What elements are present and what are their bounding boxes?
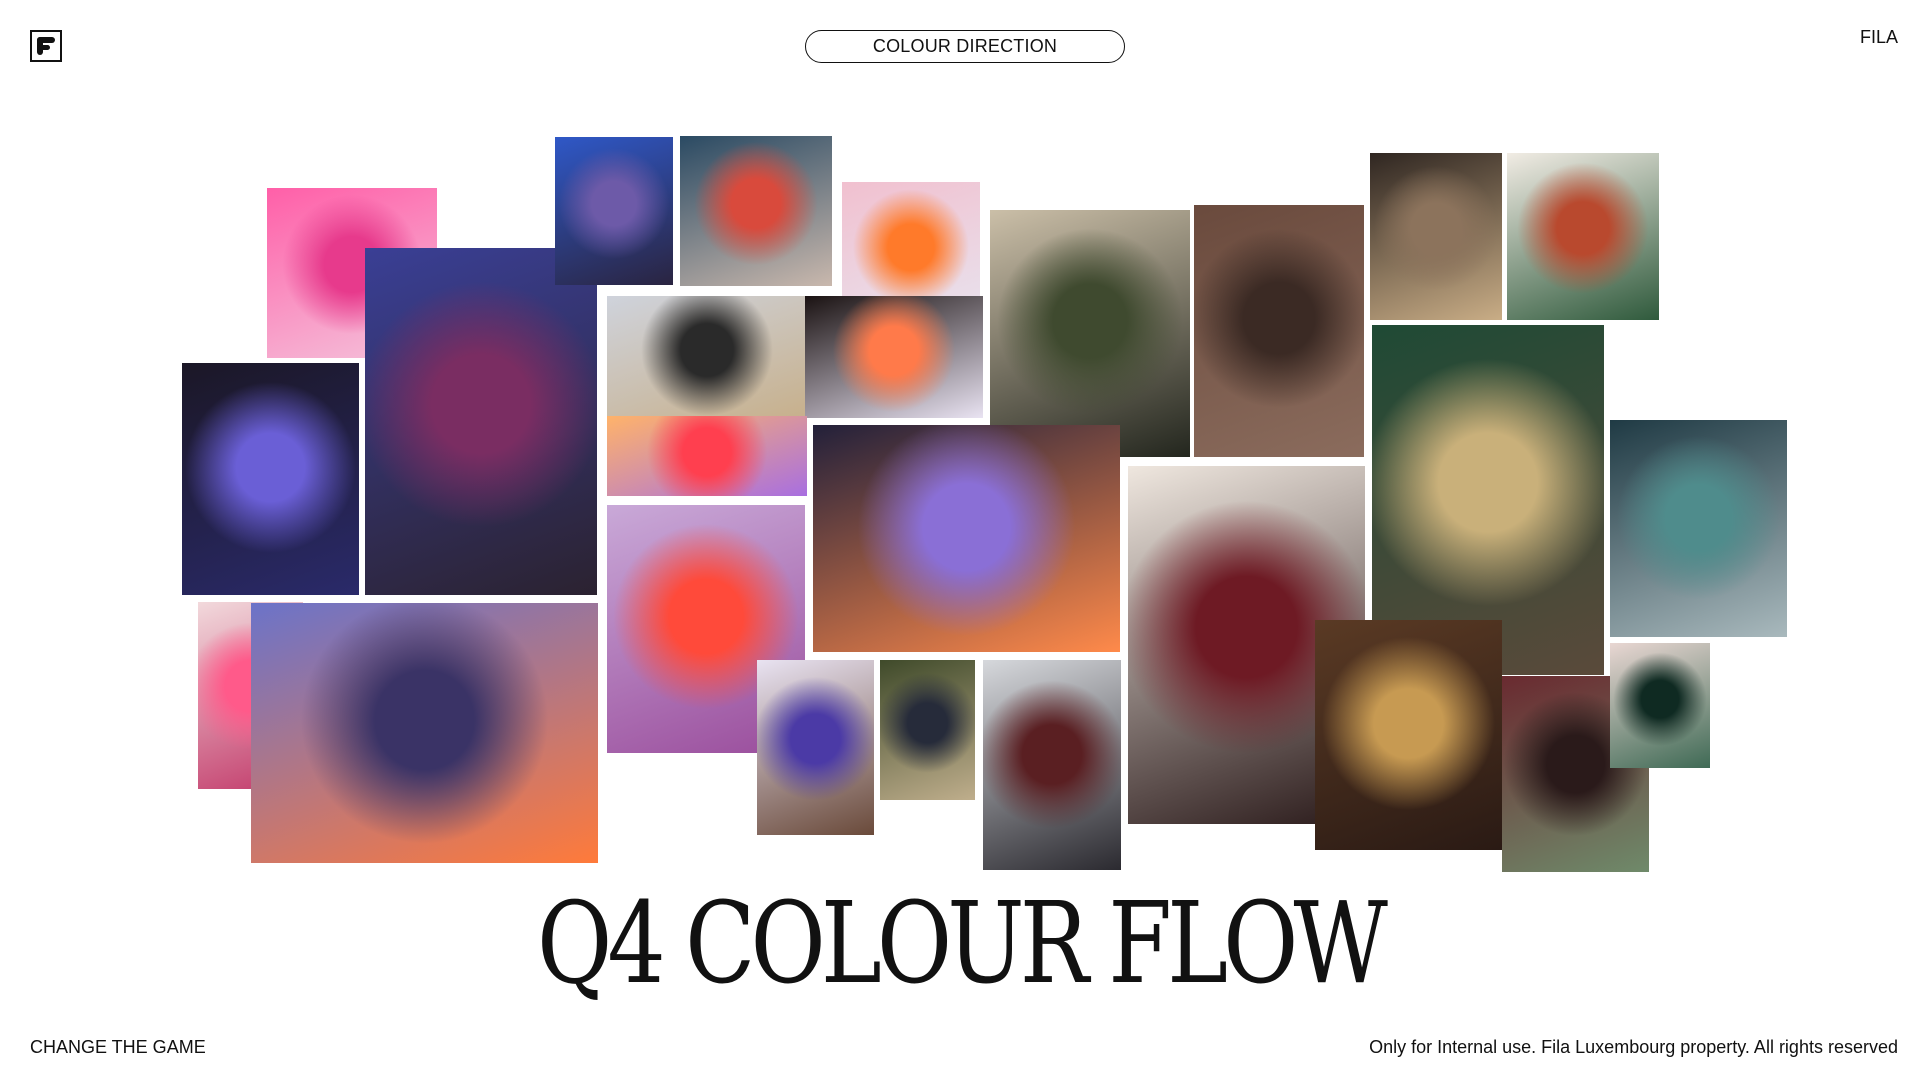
burgundy-jacket-photo [983, 660, 1121, 870]
section-label: COLOUR DIRECTION [805, 30, 1125, 63]
fila-f-icon [37, 37, 55, 55]
navy-tracksuit-photo [880, 660, 975, 800]
pyramids-dusk-photo [251, 603, 598, 863]
heat-gradient-photo [607, 416, 807, 496]
neon-x-photo [805, 296, 983, 418]
purple-puffer-photo [182, 363, 359, 595]
red-glow-dress-photo [680, 136, 832, 286]
tagline: CHANGE THE GAME [30, 1037, 206, 1057]
bucket-hat-photo [757, 660, 874, 835]
purple-hooded-runway-photo [365, 248, 597, 595]
page-title: Q4 COLOUR FLOW [536, 879, 1388, 1009]
green-lips-photo [1610, 643, 1710, 768]
teal-bag-photo [1610, 420, 1787, 637]
brand-name: FILA [1859, 27, 1898, 47]
green-hood-photo [990, 210, 1190, 457]
brown-collar-photo [1194, 205, 1364, 457]
studio-person-photo [607, 296, 807, 416]
fila-logo-tile-photo [1507, 153, 1659, 320]
legal-notice: Only for Internal use. Fila Luxembourg p… [1369, 1037, 1898, 1057]
fila-logo[interactable] [30, 30, 62, 62]
glass-sphere-photo [813, 425, 1120, 652]
mirror-room-photo [1370, 153, 1502, 320]
blue-buckle-fur-photo [555, 137, 673, 285]
dap-brown-knit-photo [1315, 620, 1502, 850]
